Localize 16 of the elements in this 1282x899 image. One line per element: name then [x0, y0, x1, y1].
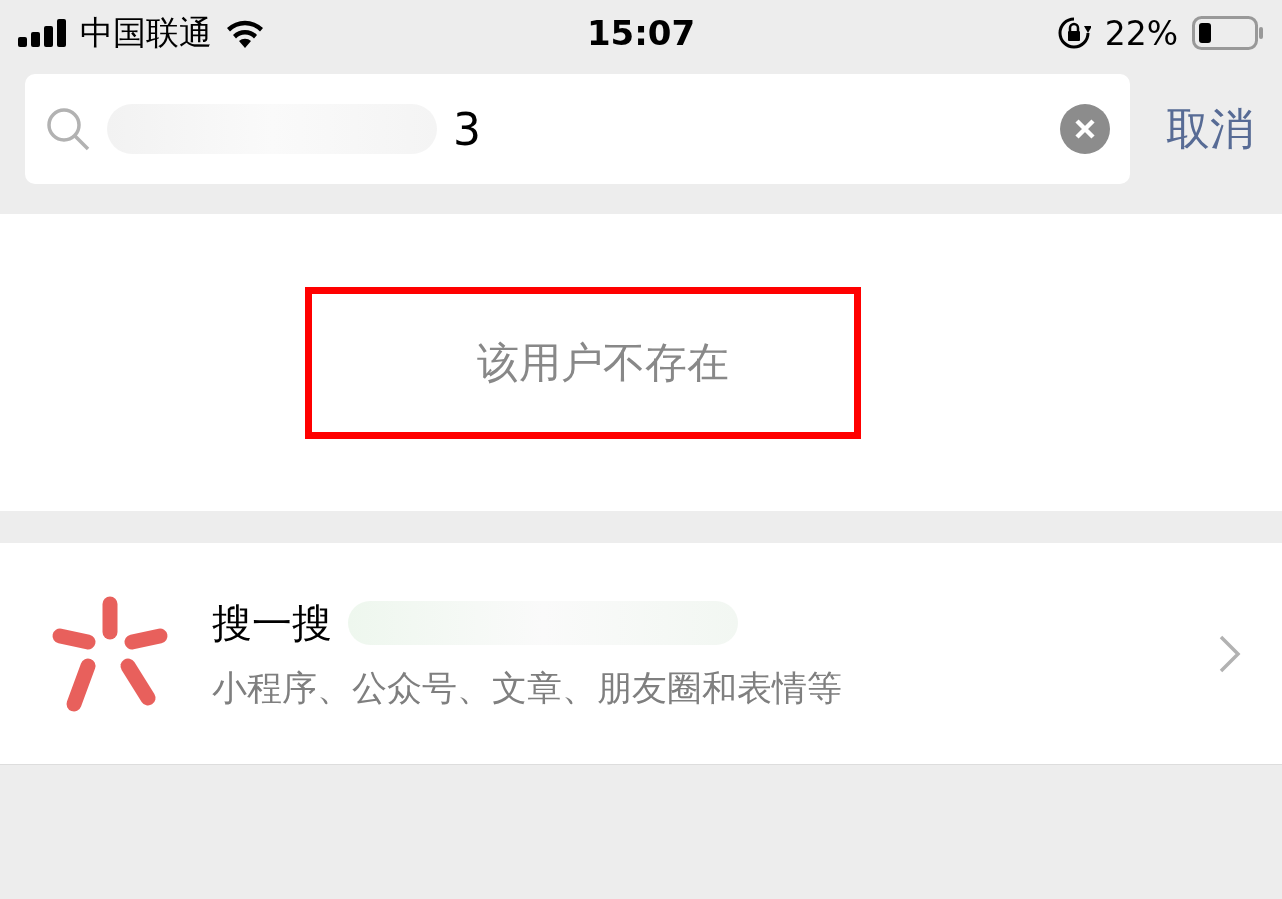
chevron-icon [1218, 633, 1242, 674]
row-title: 搜一搜 [212, 598, 332, 648]
carrier-name: 中国联通 [80, 11, 212, 54]
rotation-lock-icon [1056, 16, 1091, 50]
signal-icon [18, 19, 68, 47]
cancel-button[interactable]: 取消 [1166, 99, 1254, 159]
battery-icon [1192, 16, 1264, 50]
search-field[interactable]: 3 [25, 74, 1130, 184]
battery-percent: 22% [1104, 13, 1178, 53]
wifi-icon [224, 18, 266, 48]
not-found-message: 该用户不存在 [477, 336, 729, 389]
clear-icon[interactable] [1060, 104, 1110, 154]
search-icon [45, 106, 91, 152]
row-subtitle: 小程序、公众号、文章、朋友圈和表情等 [212, 666, 843, 710]
clock-time: 15:07 [586, 13, 696, 53]
search-one-row[interactable]: 搜一搜 小程序、公众号、文章、朋友圈和表情等 [0, 543, 1282, 765]
